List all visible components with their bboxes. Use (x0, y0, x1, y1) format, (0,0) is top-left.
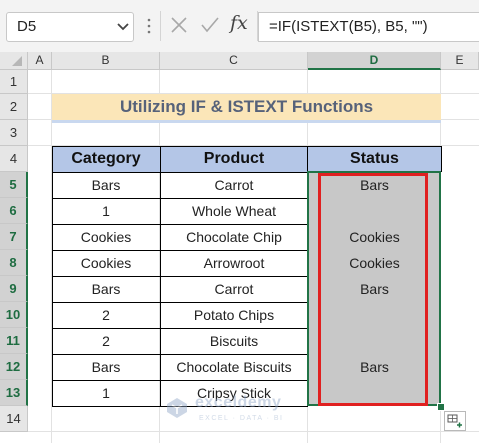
column-header-e[interactable]: E (441, 52, 479, 70)
row-header-7[interactable]: 7 (0, 224, 28, 250)
enter-check-icon[interactable] (200, 16, 220, 34)
table-border (52, 354, 308, 355)
row-header-3[interactable]: 3 (0, 120, 28, 146)
cell-category[interactable]: 2 (52, 328, 160, 354)
column-header-b[interactable]: B (52, 52, 160, 70)
row-header-12[interactable]: 12 (0, 354, 28, 380)
table-border (441, 146, 442, 172)
column-header-a[interactable]: A (28, 52, 52, 70)
chevron-down-icon[interactable] (115, 16, 131, 36)
cancel-icon[interactable] (170, 16, 188, 34)
highlight-box (318, 173, 428, 406)
fill-handle[interactable] (437, 403, 445, 411)
table-border (52, 146, 53, 407)
sheet-title[interactable]: Utilizing IF & ISTEXT Functions (52, 94, 441, 120)
row-header-2[interactable]: 2 (0, 94, 28, 120)
cell-category[interactable]: Bars (52, 354, 160, 380)
watermark-name: exceldemy (195, 394, 282, 411)
cell-category[interactable]: Cookies (52, 250, 160, 276)
row-header-5[interactable]: 5 (0, 172, 28, 198)
cell-product[interactable]: Chocolate Chip (160, 224, 308, 250)
cell-category[interactable]: 2 (52, 302, 160, 328)
cell-product[interactable]: Carrot (160, 172, 308, 198)
row-header-1[interactable]: 1 (0, 70, 28, 94)
row-header-14[interactable]: 14 (0, 406, 28, 432)
table-border (160, 146, 161, 407)
table-border (52, 198, 308, 199)
table-border (52, 380, 308, 381)
gridline (28, 431, 479, 432)
cell-product[interactable]: Whole Wheat (160, 198, 308, 224)
table-border (52, 250, 308, 251)
formula-input[interactable]: =IF(ISTEXT(B5), B5, "") (258, 12, 479, 42)
column-header-c[interactable]: C (160, 52, 308, 70)
row-header-8[interactable]: 8 (0, 250, 28, 276)
table-border (52, 328, 308, 329)
table-border (307, 146, 308, 172)
cell-product[interactable]: Carrot (160, 276, 308, 302)
table-border (52, 276, 308, 277)
table-border (52, 302, 308, 303)
cell-product[interactable]: Chocolate Biscuits (160, 354, 308, 380)
row-header-9[interactable]: 9 (0, 276, 28, 302)
row-header-11[interactable]: 11 (0, 328, 28, 354)
cell-category[interactable]: 1 (52, 380, 160, 406)
row-header-4[interactable]: 4 (0, 146, 28, 172)
cell-category[interactable]: 1 (52, 198, 160, 224)
select-all-triangle-icon (12, 56, 22, 66)
cell-category[interactable]: Bars (52, 172, 160, 198)
column-header-d[interactable]: D (308, 52, 441, 70)
quick-analysis-icon (447, 414, 462, 428)
row-header-10[interactable]: 10 (0, 302, 28, 328)
table-border (52, 224, 308, 225)
header-category[interactable]: Category (52, 146, 160, 172)
cell-category[interactable]: Bars (52, 276, 160, 302)
more-options-icon (147, 18, 151, 34)
cell-product[interactable]: Potato Chips (160, 302, 308, 328)
table-border (52, 146, 441, 147)
header-status[interactable]: Status (308, 146, 441, 172)
header-product[interactable]: Product (160, 146, 308, 172)
row-header-6[interactable]: 6 (0, 198, 28, 224)
row-header-13[interactable]: 13 (0, 380, 28, 406)
quick-analysis-button[interactable] (444, 411, 466, 431)
watermark-tagline: EXCEL · DATA · BI (199, 415, 284, 422)
title-underline (52, 120, 441, 123)
watermark: exceldemy EXCEL · DATA · BI (165, 394, 315, 430)
cell-product[interactable]: Arrowroot (160, 250, 308, 276)
insert-function-icon[interactable]: fx (230, 12, 248, 34)
exceldemy-logo-icon (167, 398, 187, 418)
cell-product[interactable]: Biscuits (160, 328, 308, 354)
cell-category[interactable]: Cookies (52, 224, 160, 250)
